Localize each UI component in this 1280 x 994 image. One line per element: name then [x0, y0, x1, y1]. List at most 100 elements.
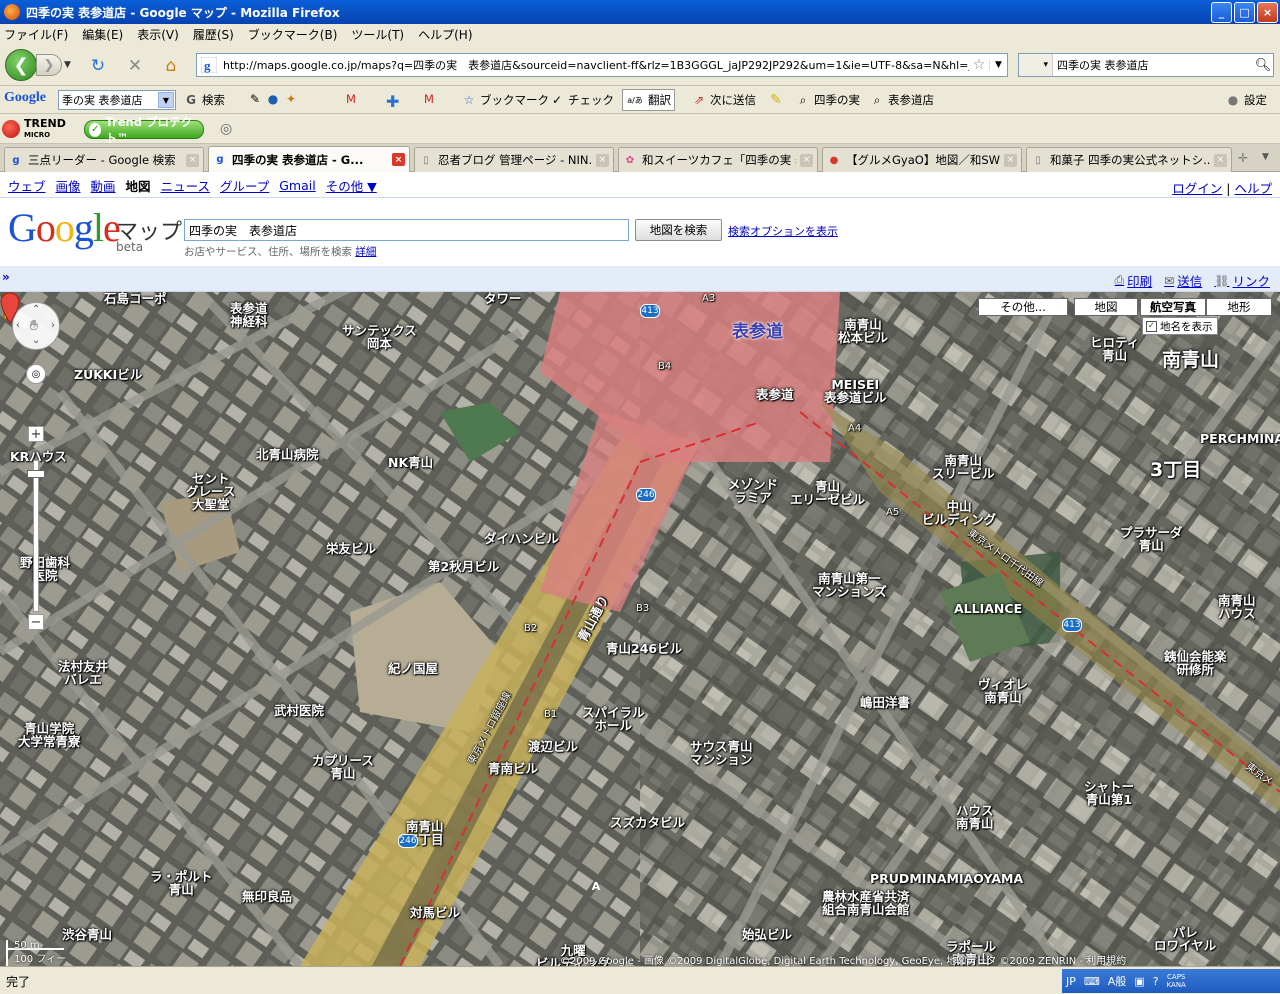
tab-sweets-cafe[interactable]: ✿ 和スイーツカフェ「四季の実 表... ×	[618, 147, 818, 172]
google-logo[interactable]: Google	[8, 208, 121, 248]
login-link[interactable]: ログイン	[1172, 181, 1222, 196]
gbar-more[interactable]: その他 ▼	[326, 176, 377, 195]
menu-help[interactable]: ヘルプ(H)	[418, 26, 472, 43]
tab-close-icon[interactable]: ×	[1004, 153, 1017, 167]
map-label[interactable]: スパイラル ホール	[582, 706, 645, 732]
search-engine-selector[interactable]: ▾	[1019, 54, 1053, 76]
zoom-in-button[interactable]: +	[28, 426, 44, 442]
map-label[interactable]: PERCHMINA	[1200, 432, 1280, 445]
map-label[interactable]: 法村友井 バレエ	[58, 660, 108, 686]
map-label[interactable]: プラサーダ 青山	[1120, 526, 1183, 552]
map-label[interactable]: 南青山 松本ビル	[838, 318, 888, 344]
menu-file[interactable]: ファイル(F)	[4, 26, 68, 43]
zoom-slider-track[interactable]	[33, 460, 39, 612]
map-label[interactable]: 農林水産省共済 組合南青山会館	[822, 890, 910, 916]
map-label[interactable]: サウス青山 マンション	[690, 740, 753, 766]
maps-search-input[interactable]: 四季の実 表参道店	[184, 219, 629, 241]
tab-list-icon[interactable]: ▼	[1262, 152, 1269, 162]
map-label[interactable]: ダイハンビル	[484, 532, 559, 545]
back-button[interactable]: ❮	[5, 49, 37, 81]
map-label[interactable]: 野田歯科 医院	[20, 556, 70, 582]
street-view-ring-icon[interactable]: ◎	[26, 364, 46, 384]
search-options-link[interactable]: 検索オプションを表示	[728, 223, 838, 239]
expand-panel-icon[interactable]: »	[2, 270, 10, 284]
map-label[interactable]: パレ ロワイヤル	[1154, 926, 1216, 952]
map-label[interactable]: 銕仙会能楽 研修所	[1164, 650, 1227, 676]
maximize-button[interactable]: □	[1234, 2, 1255, 23]
keyboard-icon[interactable]: ⌨	[1084, 975, 1100, 988]
map-label[interactable]: 対馬ビル	[410, 906, 460, 919]
browser-search-box[interactable]: ▾ 四季の実 表参道店 🔍︎	[1018, 53, 1274, 77]
bookmark-star-icon[interactable]: ☆	[969, 57, 989, 73]
map-label[interactable]: ヒロティ 青山	[1090, 336, 1139, 362]
show-labels-toggle[interactable]: ✓ 地名を表示	[1142, 317, 1218, 335]
map-type-terrain[interactable]: 地形	[1206, 298, 1272, 316]
map-label[interactable]: 南青山 スリービル	[932, 454, 995, 480]
gbar-news[interactable]: ニュース	[161, 176, 210, 195]
stop-icon[interactable]: ✕	[125, 56, 145, 76]
map-label[interactable]: 栄友ビル	[326, 542, 376, 555]
map-label[interactable]: 表参道	[756, 388, 794, 401]
trend-protect-button[interactable]: ✓ Trend プロテクト™	[84, 115, 204, 145]
tab-gourmet-gyao[interactable]: ● 【グルメGyaO】地図／和SWE... ×	[822, 147, 1022, 172]
ime-help-icon[interactable]: ?	[1153, 975, 1159, 988]
map-label[interactable]: 紀ノ国屋	[388, 662, 438, 675]
url-dropdown-icon[interactable]: ▼	[989, 60, 1007, 70]
highlight-icon[interactable]: ✎	[770, 92, 782, 108]
tab-close-icon[interactable]: ×	[186, 153, 199, 167]
google-toolbar-search[interactable]: 季の実 表参道店 ▼	[58, 90, 176, 110]
ime-tools-icon[interactable]: ▣	[1134, 975, 1144, 988]
gmail-send-icon[interactable]: M	[424, 92, 434, 106]
map-label[interactable]: 青山246ビル	[606, 642, 682, 655]
tab-shikinomi-maps[interactable]: g 四季の実 表参道店 - G... ×	[208, 146, 410, 172]
google-toolbar-search-dropdown-icon[interactable]: ▼	[158, 92, 174, 108]
send-to-button[interactable]: ⇗ 次に送信	[692, 92, 756, 108]
map-type-map[interactable]: 地図	[1074, 298, 1138, 316]
pan-right-icon[interactable]: ›	[51, 320, 55, 331]
location-marker-a[interactable]	[0, 292, 20, 324]
ime-language-bar[interactable]: JP ⌨ A般 ▣ ? CAPS KANA	[1062, 969, 1280, 993]
print-link[interactable]: ⎙ 印刷	[1115, 271, 1153, 290]
gbar-web[interactable]: ウェブ	[8, 176, 46, 195]
forward-button[interactable]: ❯	[36, 54, 62, 76]
menu-view[interactable]: 表示(V)	[137, 26, 179, 43]
tab-close-icon[interactable]: ×	[1214, 153, 1227, 167]
map-label[interactable]: MEISEI 表参道ビル	[824, 378, 887, 404]
zoom-out-button[interactable]: −	[28, 614, 44, 630]
map-label[interactable]: サンテックス 岡本	[342, 324, 417, 350]
map-label[interactable]: 第2秋月ビル	[428, 560, 499, 573]
map-label[interactable]: メゾンド ラミア	[728, 478, 778, 504]
new-tab-icon[interactable]: ✛	[1238, 151, 1248, 165]
map-label[interactable]: 始弘ビル	[742, 928, 792, 941]
tab-close-icon[interactable]: ×	[596, 153, 609, 167]
map-label[interactable]: NK青山	[388, 456, 433, 469]
satellite-map[interactable]: 石島コーポ 表参道 神経科 サンテックス 岡本 ZUKKIビル 北青山病院 NK…	[0, 292, 1280, 966]
map-label[interactable]: ALLIANCE	[954, 602, 1022, 615]
menu-history[interactable]: 履歴(S)	[193, 26, 234, 43]
map-label[interactable]: ハウス 南青山	[956, 804, 994, 830]
menu-edit[interactable]: 編集(E)	[82, 26, 123, 43]
tab-ninja-blog[interactable]: ▯ 忍者ブログ 管理ページ - NIN... ×	[414, 147, 614, 172]
hint-details-link[interactable]: 詳細	[355, 246, 376, 258]
bookmark-button[interactable]: ☆ ブックマーク	[462, 92, 549, 108]
wifi-icon[interactable]: ◎	[220, 121, 232, 137]
map-label[interactable]: 武村医院	[274, 704, 324, 717]
plus-icon[interactable]: ✚	[386, 92, 399, 111]
map-label[interactable]: 無印良品	[242, 890, 292, 903]
url-bar[interactable]: g http://maps.google.co.jp/maps?q=四季の実 表…	[196, 53, 1008, 77]
ime-language[interactable]: JP	[1066, 975, 1076, 988]
map-label[interactable]: 石島コーポ	[104, 292, 167, 305]
send-link[interactable]: ✉ 送信	[1164, 271, 1202, 290]
home-icon[interactable]: ⌂	[161, 56, 181, 76]
map-label[interactable]: 南青山第一 マンションズ	[812, 572, 887, 598]
maps-search-button[interactable]: 地図を検索	[635, 219, 722, 241]
pan-down-icon[interactable]: ⌄	[32, 335, 40, 346]
map-label[interactable]: ZUKKIビル	[74, 368, 142, 381]
map-label[interactable]: ヴィオレ 南青山	[978, 678, 1028, 704]
toolbar-icons-group[interactable]: ✎ ● ✦	[248, 92, 302, 106]
close-button[interactable]: ×	[1257, 2, 1278, 23]
map-label[interactable]: タワー	[484, 292, 522, 305]
map-label[interactable]: 中山 ビルディング	[922, 500, 996, 526]
history-dropdown-icon[interactable]: ▼	[64, 60, 71, 70]
map-label[interactable]: 青山学院 大学常青寮	[18, 722, 81, 748]
